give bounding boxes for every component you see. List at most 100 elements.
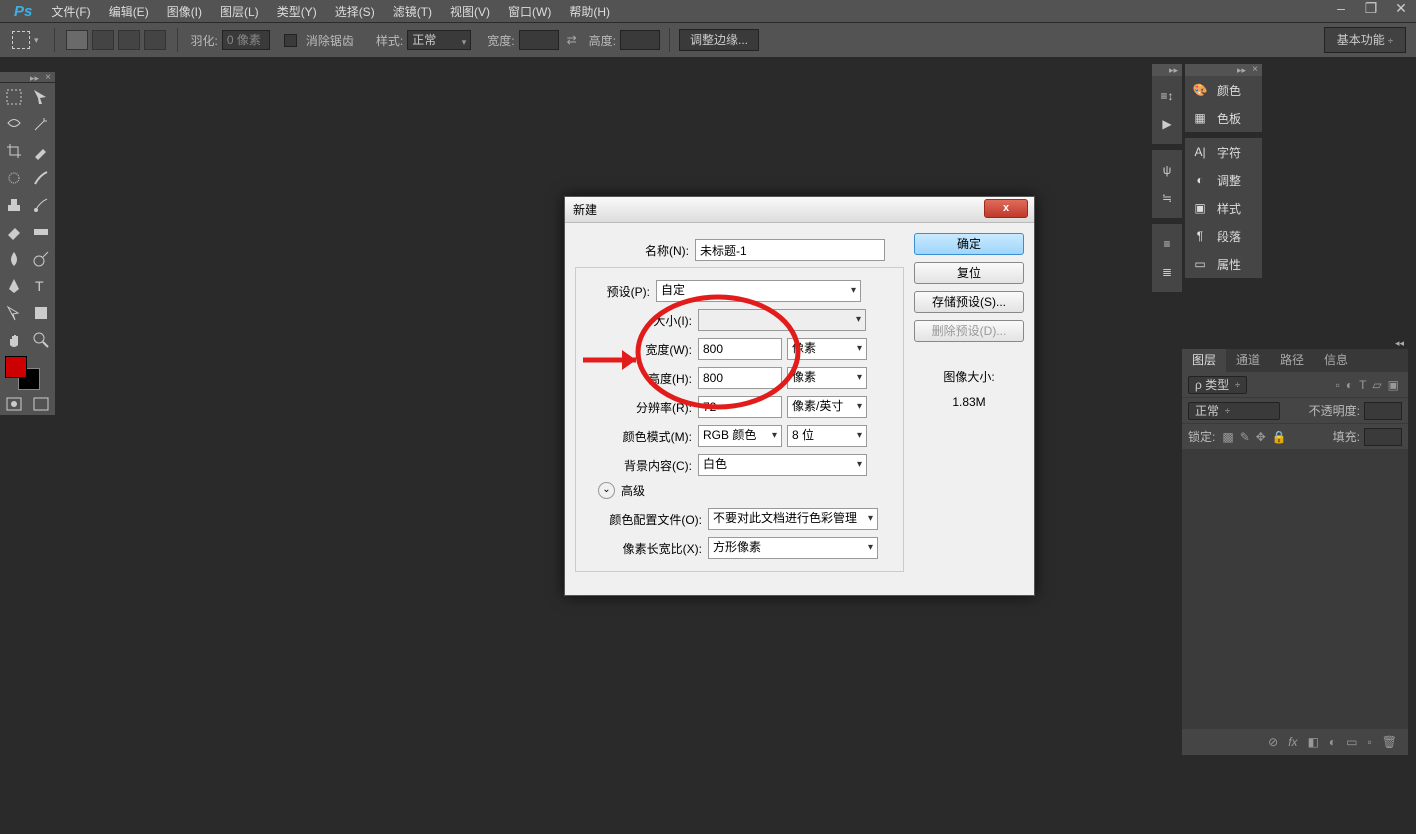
sel-add-icon[interactable] — [92, 30, 114, 50]
minimize-button[interactable]: – — [1326, 0, 1356, 22]
quickmask-icon[interactable] — [0, 393, 27, 415]
layer-kind-filter[interactable]: ρ 类型÷ — [1188, 376, 1247, 394]
maximize-button[interactable]: ❐ — [1356, 0, 1386, 22]
width-unit-select[interactable]: 像素▾ — [787, 338, 867, 360]
ok-button[interactable]: 确定 — [914, 233, 1024, 255]
preset-select[interactable]: 自定▾ — [656, 280, 861, 302]
marquee-tool[interactable] — [0, 83, 27, 110]
panel-styles[interactable]: ▣样式 — [1185, 194, 1262, 222]
menu-file[interactable]: 文件(F) — [51, 3, 90, 20]
filter-type-icon[interactable]: T — [1359, 378, 1366, 392]
filter-pixel-icon[interactable]: ▫ — [1336, 378, 1340, 392]
panel-paragraph[interactable]: ¶段落 — [1185, 222, 1262, 250]
menu-help[interactable]: 帮助(H) — [569, 3, 610, 20]
tab-paths[interactable]: 路径 — [1270, 349, 1314, 372]
wand-tool[interactable] — [27, 110, 54, 137]
filter-adjust-icon[interactable]: ◐ — [1346, 378, 1353, 392]
mode-select[interactable]: RGB 颜色▾ — [698, 425, 782, 447]
heal-tool[interactable] — [0, 164, 27, 191]
depth-select[interactable]: 8 位▾ — [787, 425, 867, 447]
paragraph-styles-icon[interactable]: ≡ — [1156, 233, 1178, 255]
zoom-tool[interactable] — [27, 326, 54, 353]
menu-image[interactable]: 图像(I) — [167, 3, 202, 20]
lasso-tool[interactable] — [0, 110, 27, 137]
height-unit-select[interactable]: 像素▾ — [787, 367, 867, 389]
fill-input[interactable] — [1364, 428, 1402, 446]
char-styles-icon[interactable]: ≣ — [1156, 261, 1178, 283]
panel-character[interactable]: A|字符 — [1185, 138, 1262, 166]
height-input[interactable] — [698, 367, 782, 389]
active-tool-icon[interactable] — [12, 31, 30, 49]
sel-int-icon[interactable] — [144, 30, 166, 50]
panel-adjust[interactable]: ◐调整 — [1185, 166, 1262, 194]
crop-tool[interactable] — [0, 137, 27, 164]
shape-tool[interactable] — [27, 299, 54, 326]
adjustment-layer-icon[interactable]: ◐ — [1329, 735, 1336, 749]
type-tool[interactable]: T — [27, 272, 54, 299]
pen-tool[interactable] — [0, 272, 27, 299]
close-button[interactable]: ✕ — [1386, 0, 1416, 22]
hand-tool[interactable] — [0, 326, 27, 353]
trash-icon[interactable]: 🗑 — [1382, 735, 1397, 749]
group-icon[interactable]: ▭ — [1346, 735, 1357, 749]
name-input[interactable] — [695, 239, 885, 261]
history-brush-tool[interactable] — [27, 191, 54, 218]
tab-info[interactable]: 信息 — [1314, 349, 1358, 372]
screenmode-icon[interactable] — [27, 393, 54, 415]
move-tool[interactable] — [27, 83, 54, 110]
bg-select[interactable]: 白色▾ — [698, 454, 867, 476]
sel-sub-icon[interactable] — [118, 30, 140, 50]
par-select[interactable]: 方形像素▾ — [708, 537, 878, 559]
stamp-tool[interactable] — [0, 191, 27, 218]
save-preset-button[interactable]: 存储预设(S)... — [914, 291, 1024, 313]
eyedropper-tool[interactable] — [27, 137, 54, 164]
feather-input[interactable]: 0 像素 — [222, 30, 270, 50]
width-input[interactable] — [698, 338, 782, 360]
panel-color[interactable]: 🎨颜色 — [1185, 76, 1262, 104]
gradient-tool[interactable] — [27, 218, 54, 245]
advanced-toggle[interactable]: ⌄ 高级 — [598, 482, 901, 499]
blend-mode-select[interactable]: 正常÷ — [1188, 402, 1280, 420]
filter-shape-icon[interactable]: ▱ — [1372, 378, 1381, 392]
eraser-tool[interactable] — [0, 218, 27, 245]
style-select[interactable]: 正常▾ — [407, 30, 471, 50]
link-layers-icon[interactable]: ⊘ — [1268, 735, 1278, 749]
resolution-input[interactable] — [698, 396, 782, 418]
menu-type[interactable]: 类型(Y) — [277, 3, 317, 20]
brush-settings-icon[interactable]: ≒ — [1156, 187, 1178, 209]
menu-filter[interactable]: 滤镜(T) — [393, 3, 432, 20]
foreground-color[interactable] — [5, 356, 27, 378]
new-layer-icon[interactable]: ▫ — [1368, 735, 1372, 749]
height-input[interactable] — [620, 30, 660, 50]
panel-swatches[interactable]: ▦色板 — [1185, 104, 1262, 132]
menu-view[interactable]: 视图(V) — [450, 3, 490, 20]
tab-layers[interactable]: 图层 — [1182, 349, 1226, 372]
blur-tool[interactable] — [0, 245, 27, 272]
swap-wh-icon[interactable]: ⇄ — [567, 33, 577, 47]
cancel-button[interactable]: 复位 — [914, 262, 1024, 284]
lock-all-icon[interactable]: 🔒 — [1272, 430, 1287, 444]
opacity-input[interactable] — [1364, 402, 1402, 420]
fx-icon[interactable]: fx — [1288, 735, 1297, 749]
dialog-close-button[interactable]: x — [984, 199, 1028, 218]
brush-tool[interactable] — [27, 164, 54, 191]
actions-icon[interactable]: ▶ — [1156, 113, 1178, 135]
menu-window[interactable]: 窗口(W) — [508, 3, 551, 20]
path-select-tool[interactable] — [0, 299, 27, 326]
workspace-switcher[interactable]: 基本功能 ÷ — [1324, 27, 1406, 53]
profile-select[interactable]: 不要对此文档进行色彩管理▾ — [708, 508, 878, 530]
filter-smart-icon[interactable]: ▣ — [1388, 378, 1399, 392]
history-icon[interactable]: ≡↕ — [1156, 85, 1178, 107]
refine-edge-button[interactable]: 调整边缘... — [679, 29, 759, 51]
lock-pos-icon[interactable]: ✥ — [1256, 430, 1266, 444]
menu-edit[interactable]: 编辑(E) — [109, 3, 149, 20]
tool-caret[interactable]: ▾ — [34, 35, 39, 46]
sel-new-icon[interactable] — [66, 30, 88, 50]
lock-paint-icon[interactable]: ✎ — [1240, 430, 1250, 444]
antialias-checkbox[interactable] — [284, 34, 297, 47]
dialog-titlebar[interactable]: 新建 x — [565, 197, 1034, 223]
menu-layer[interactable]: 图层(L) — [220, 3, 259, 20]
brush-presets-icon[interactable]: ψ — [1156, 159, 1178, 181]
tab-channels[interactable]: 通道 — [1226, 349, 1270, 372]
resolution-unit-select[interactable]: 像素/英寸▾ — [787, 396, 867, 418]
